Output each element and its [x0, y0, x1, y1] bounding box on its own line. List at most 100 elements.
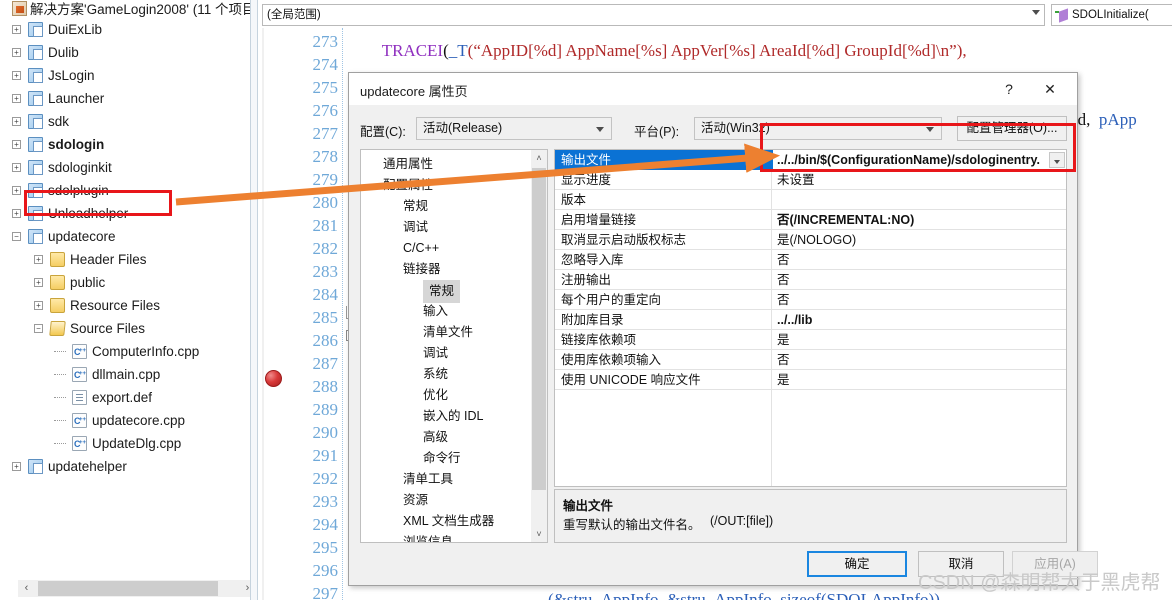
- scroll-up-icon[interactable]: ˄: [531, 150, 547, 166]
- ok-button[interactable]: 确定: [807, 551, 907, 577]
- category-item-17[interactable]: XML 文档生成器: [361, 511, 531, 532]
- tree-item-updatecore-cpp[interactable]: updatecore.cpp: [0, 409, 258, 432]
- property-value[interactable]: ../../bin/$(ConfigurationName)/sdologine…: [773, 150, 1066, 170]
- expand-icon[interactable]: +: [12, 163, 21, 172]
- category-scroll-thumb[interactable]: [532, 168, 546, 490]
- property-value[interactable]: 否: [777, 350, 1062, 370]
- tree-item-export-def[interactable]: export.def: [0, 386, 258, 409]
- collapse-icon[interactable]: −: [34, 324, 43, 333]
- category-item-18[interactable]: 浏览信息: [361, 532, 531, 542]
- category-item-4[interactable]: C/C++: [361, 238, 531, 259]
- property-value-dropdown-icon[interactable]: [1049, 152, 1065, 168]
- tree-item-jslogin[interactable]: + JsLogin: [0, 64, 258, 87]
- tree-item-updatecore[interactable]: − updatecore: [0, 225, 258, 248]
- property-row[interactable]: 使用库依赖项输入 否: [555, 350, 1066, 370]
- expand-icon[interactable]: +: [34, 278, 43, 287]
- property-value[interactable]: 是: [777, 370, 1062, 390]
- property-value[interactable]: 未设置: [777, 170, 1062, 190]
- tree-item-sdolplugin[interactable]: + sdolplugin: [0, 179, 258, 202]
- category-item-12[interactable]: 嵌入的 IDL: [361, 406, 531, 427]
- category-item-11[interactable]: 优化: [361, 385, 531, 406]
- property-row[interactable]: 链接库依赖项 是: [555, 330, 1066, 350]
- tree-item-resource-files[interactable]: + Resource Files: [0, 294, 258, 317]
- expand-icon[interactable]: +: [12, 71, 21, 80]
- breakpoint-icon[interactable]: [265, 370, 282, 387]
- property-row[interactable]: 输出文件 ../../bin/$(ConfigurationName)/sdolo…: [555, 150, 1066, 170]
- expand-icon[interactable]: +: [12, 462, 21, 471]
- property-row[interactable]: 版本: [555, 190, 1066, 210]
- solution-root-node[interactable]: 解决方案'GameLogin2008' (11 个项目: [0, 0, 258, 20]
- category-item-8[interactable]: 清单文件: [361, 322, 531, 343]
- property-grid-column-divider[interactable]: [771, 170, 772, 486]
- category-item-15[interactable]: 清单工具: [361, 469, 531, 490]
- tree-item-dllmain-cpp[interactable]: dllmain.cpp: [0, 363, 258, 386]
- category-item-6[interactable]: 常规: [361, 280, 531, 303]
- configuration-manager-button[interactable]: 配置管理器(O)...: [957, 116, 1067, 141]
- hscroll-thumb[interactable]: [38, 581, 218, 596]
- scroll-left-icon[interactable]: ‹: [18, 580, 35, 597]
- close-icon[interactable]: ✕: [1031, 77, 1069, 101]
- tree-item-updatehelper[interactable]: + updatehelper: [0, 455, 258, 478]
- property-value[interactable]: 否: [777, 250, 1062, 270]
- tree-item-sdk[interactable]: + sdk: [0, 110, 258, 133]
- property-row[interactable]: 注册输出 否: [555, 270, 1066, 290]
- collapse-icon[interactable]: −: [12, 232, 21, 241]
- solution-explorer-hscrollbar[interactable]: ‹ ›: [18, 580, 256, 597]
- property-row[interactable]: 忽略导入库 否: [555, 250, 1066, 270]
- category-tree[interactable]: 通用属性 配置属性 常规 调试 C/C++ 链接器 常规 输入 清单文件 调试 系统 优化 嵌入的 ID…: [360, 149, 548, 543]
- expand-icon[interactable]: +: [12, 94, 21, 103]
- category-scrollbar[interactable]: ˄ ˅: [531, 150, 547, 542]
- expand-icon[interactable]: +: [12, 186, 21, 195]
- property-value[interactable]: 否: [777, 270, 1062, 290]
- expand-icon[interactable]: +: [34, 301, 43, 310]
- scroll-down-icon[interactable]: ˅: [531, 526, 547, 542]
- help-icon[interactable]: ?: [993, 77, 1025, 101]
- category-item-2[interactable]: 常规: [361, 196, 531, 217]
- tree-item-sdologin[interactable]: + sdologin: [0, 133, 258, 156]
- property-row[interactable]: 启用增量链接 否(/INCREMENTAL:NO): [555, 210, 1066, 230]
- category-item-16[interactable]: 资源: [361, 490, 531, 511]
- member-dropdown[interactable]: SDOLInitialize(: [1051, 4, 1172, 26]
- tree-item-sdologinkit[interactable]: + sdologinkit: [0, 156, 258, 179]
- property-grid[interactable]: 输出文件 ../../bin/$(ConfigurationName)/sdolo…: [554, 149, 1067, 487]
- property-row[interactable]: 显示进度 未设置: [555, 170, 1066, 190]
- category-item-14[interactable]: 命令行: [361, 448, 531, 469]
- expand-icon[interactable]: +: [12, 25, 21, 34]
- expand-icon[interactable]: +: [34, 255, 43, 264]
- expand-icon[interactable]: +: [12, 117, 21, 126]
- property-value[interactable]: 否(/INCREMENTAL:NO): [777, 210, 1062, 230]
- scope-dropdown[interactable]: (全局范围): [262, 4, 1045, 26]
- tree-item-updatedlg-cpp[interactable]: UpdateDlg.cpp: [0, 432, 258, 455]
- tree-item-duiexlib[interactable]: + DuiExLib: [0, 18, 258, 41]
- configuration-combobox[interactable]: 活动(Release): [416, 117, 612, 140]
- property-value[interactable]: 是(/NOLOGO): [777, 230, 1062, 250]
- category-item-0[interactable]: 通用属性: [361, 154, 531, 175]
- property-row[interactable]: 附加库目录 ../../lib: [555, 310, 1066, 330]
- category-item-3[interactable]: 调试: [361, 217, 531, 238]
- category-item-7[interactable]: 输入: [361, 301, 531, 322]
- property-row[interactable]: 使用 UNICODE 响应文件 是: [555, 370, 1066, 390]
- platform-combobox[interactable]: 活动(Win32): [694, 117, 942, 140]
- tree-item-launcher[interactable]: + Launcher: [0, 87, 258, 110]
- property-row[interactable]: 取消显示启动版权标志 是(/NOLOGO): [555, 230, 1066, 250]
- property-value[interactable]: ../../lib: [777, 310, 1062, 330]
- expand-icon[interactable]: +: [12, 48, 21, 57]
- category-item-10[interactable]: 系统: [361, 364, 531, 385]
- tree-item-public[interactable]: + public: [0, 271, 258, 294]
- property-value[interactable]: 否: [777, 290, 1062, 310]
- tree-item-unloadhelper[interactable]: + Unloadhelper: [0, 202, 258, 225]
- dialog-titlebar[interactable]: updatecore 属性页 ? ✕: [349, 73, 1077, 105]
- tree-item-computerinfo-cpp[interactable]: ComputerInfo.cpp: [0, 340, 258, 363]
- category-item-1[interactable]: 配置属性: [361, 175, 531, 196]
- tree-item-header-files[interactable]: + Header Files: [0, 248, 258, 271]
- tree-item-source-files[interactable]: − Source Files: [0, 317, 258, 340]
- tree-item-dulib[interactable]: + Dulib: [0, 41, 258, 64]
- expand-icon[interactable]: +: [12, 209, 21, 218]
- category-item-5[interactable]: 链接器: [361, 259, 531, 280]
- category-item-9[interactable]: 调试: [361, 343, 531, 364]
- property-value[interactable]: 是: [777, 330, 1062, 350]
- expand-icon[interactable]: +: [12, 140, 21, 149]
- category-item-13[interactable]: 高级: [361, 427, 531, 448]
- panel-splitter[interactable]: [250, 0, 258, 600]
- property-row[interactable]: 每个用户的重定向 否: [555, 290, 1066, 310]
